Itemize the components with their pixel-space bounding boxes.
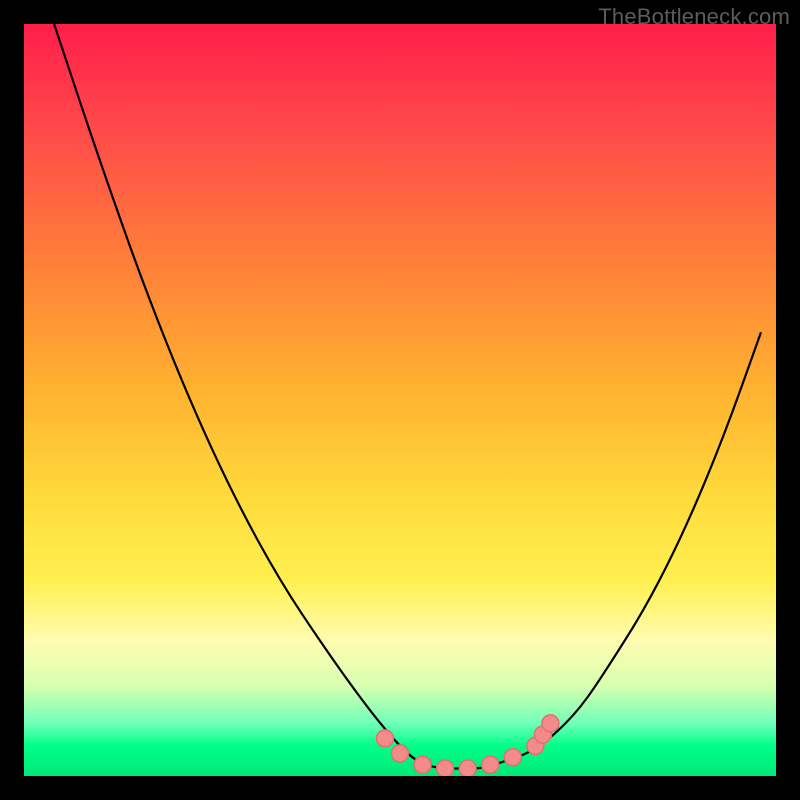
curve-marker bbox=[482, 756, 499, 773]
curve-marker bbox=[392, 745, 409, 762]
watermark-text: TheBottleneck.com bbox=[598, 4, 790, 30]
curve-marker bbox=[459, 760, 476, 776]
curve-marker bbox=[542, 715, 559, 732]
curve-marker bbox=[414, 756, 431, 773]
curve-marker bbox=[437, 760, 454, 776]
curve-marker bbox=[504, 749, 521, 766]
chart-frame bbox=[24, 24, 776, 776]
bottleneck-curve bbox=[24, 24, 776, 776]
curve-marker bbox=[377, 730, 394, 747]
